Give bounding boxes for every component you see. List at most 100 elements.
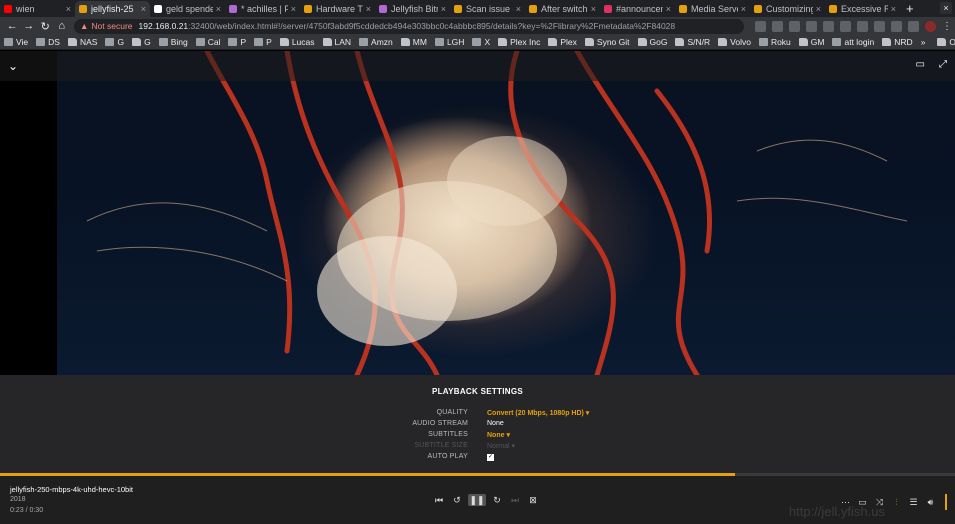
bookmark-item[interactable]: G [105, 37, 124, 47]
bookmark-item[interactable]: NAS [67, 37, 98, 47]
tab-close-icon[interactable]: × [666, 4, 671, 14]
extension-icon[interactable] [789, 20, 800, 32]
extension-icon[interactable] [874, 20, 885, 32]
quality-select[interactable]: Convert (20 Mbps, 1080p HD) ▾ [487, 409, 589, 417]
bookmark-label: NAS [79, 37, 98, 47]
browser-tab[interactable]: jellyfish-25 × [75, 1, 150, 17]
bookmark-item[interactable]: S/N/R [675, 37, 710, 47]
tab-close-icon[interactable]: × [591, 4, 596, 14]
setting-auto-play[interactable]: AUTO PLAY ✓ [0, 453, 955, 464]
browser-tab[interactable]: wien × [0, 1, 75, 17]
bookmark-item[interactable]: P [254, 37, 272, 47]
address-bar[interactable]: ▲ Not secure 192.168.0.21 :32400/web/ind… [74, 18, 744, 34]
previous-icon[interactable]: ⏮ [430, 494, 448, 506]
home-icon[interactable]: ⌂ [54, 20, 71, 32]
bookmark-item[interactable]: Volvo [718, 37, 751, 47]
browser-tab[interactable]: Customizing × [750, 1, 825, 17]
volume-icon[interactable]: 🔊︎ [922, 496, 939, 508]
setting-subtitles[interactable]: SUBTITLES None ▾ [0, 431, 955, 442]
video-frame[interactable] [57, 51, 955, 375]
extension-icon[interactable] [891, 20, 902, 32]
bookmark-item[interactable]: Amzn [359, 37, 393, 47]
browser-tab[interactable]: * achilles | P × [225, 1, 300, 17]
tab-close-icon[interactable]: × [216, 4, 221, 14]
bookmark-item[interactable]: MM [400, 37, 427, 47]
extension-icon[interactable] [908, 20, 919, 32]
bookmark-item[interactable]: Vie [4, 37, 28, 47]
bookmark-item[interactable]: Plex [548, 37, 577, 47]
folder-icon [937, 38, 947, 46]
bookmark-item[interactable]: Roku [758, 37, 791, 47]
media-title[interactable]: jellyfish-250-mbps-4k-uhd-hevc-10bit [10, 485, 133, 494]
browser-tab[interactable]: Hardware Tr × [300, 1, 375, 17]
fullscreen-icon[interactable]: ⤢ [939, 59, 947, 70]
bookmark-item[interactable]: GoG [637, 37, 667, 47]
settings-sliders-icon[interactable]: ⫶ [888, 496, 905, 508]
browser-tab[interactable]: Media Serve × [675, 1, 750, 17]
tab-close-icon[interactable]: × [291, 4, 296, 14]
bookmark-item[interactable]: Plex Inc [498, 37, 540, 47]
playlist-icon[interactable]: ☰ [905, 496, 922, 508]
browser-tab[interactable]: Excessive RA× [825, 1, 900, 17]
new-tab-button[interactable]: + [900, 1, 920, 17]
minimize-player-icon[interactable]: ⌄ [8, 59, 18, 73]
browser-tab[interactable]: Scan issue o × [450, 1, 525, 17]
cast-icon[interactable]: ▭ [916, 59, 925, 70]
secondary-controls: ⋯ ▭ ⤨ ⫶ ☰ 🔊︎ [837, 494, 947, 510]
bookmarks-more-button[interactable]: » [921, 37, 926, 47]
bookmark-item[interactable]: att login [832, 37, 874, 47]
tab-close-icon[interactable]: × [441, 4, 446, 14]
forward-icon[interactable]: → [21, 20, 38, 32]
replay-icon[interactable]: ↺ [448, 494, 466, 506]
auto-play-checkbox[interactable]: ✓ [487, 453, 494, 461]
forward-skip-icon[interactable]: ↻ [488, 494, 506, 506]
folder-icon [279, 38, 289, 46]
browser-tab[interactable]: #announcem× [600, 1, 675, 17]
menu-icon[interactable]: ⋮ [942, 21, 952, 32]
stop-icon[interactable]: ⊠ [524, 494, 542, 506]
volume-slider[interactable] [945, 494, 947, 510]
more-icon[interactable]: ⋯ [837, 496, 854, 508]
tab-close-icon[interactable]: × [141, 4, 146, 14]
browser-tab[interactable]: Jellyfish Bitra× [375, 1, 450, 17]
close-window-button[interactable]: × [940, 2, 952, 14]
bookmark-item[interactable]: LAN [322, 37, 351, 47]
bookmark-item[interactable]: NRD [882, 37, 913, 47]
reload-icon[interactable]: ↻ [37, 20, 54, 33]
bookmark-label: S/N/R [687, 37, 711, 47]
media-time: 0:23 / 0:30 [10, 507, 44, 514]
bookmark-item[interactable]: Cal [195, 37, 220, 47]
bookmark-item[interactable]: DS [36, 37, 60, 47]
extension-icon[interactable] [840, 20, 851, 32]
extension-icon[interactable] [857, 20, 868, 32]
extension-icon[interactable] [806, 20, 817, 32]
bookmark-item[interactable]: P [228, 37, 246, 47]
extension-icon[interactable] [823, 20, 834, 32]
pause-icon[interactable]: ❚❚ [468, 494, 486, 506]
other-bookmarks[interactable]: Other bookmarks [937, 37, 955, 47]
back-icon[interactable]: ← [4, 20, 21, 32]
tab-close-icon[interactable]: × [816, 4, 821, 14]
tab-close-icon[interactable]: × [366, 4, 371, 14]
bookmark-item[interactable]: LGH [434, 37, 464, 47]
tab-close-icon[interactable]: × [516, 4, 521, 14]
profile-avatar[interactable] [925, 20, 936, 32]
bookmark-item[interactable]: Syno Git [584, 37, 630, 47]
tab-close-icon[interactable]: × [891, 4, 896, 14]
bookmark-item[interactable]: Lucas [279, 37, 315, 47]
browser-tab[interactable]: After switch × [525, 1, 600, 17]
star-icon[interactable] [772, 20, 783, 32]
repeat-icon[interactable]: ▭ [854, 496, 871, 508]
bookmark-item[interactable]: X [472, 37, 490, 47]
tab-close-icon[interactable]: × [741, 4, 746, 14]
translate-icon[interactable] [755, 20, 766, 32]
bookmark-item[interactable]: Bing [158, 37, 188, 47]
bookmark-item[interactable]: G [132, 37, 151, 47]
setting-quality[interactable]: QUALITY Convert (20 Mbps, 1080p HD) ▾ [0, 409, 955, 420]
tab-close-icon[interactable]: × [66, 4, 71, 14]
shuffle-icon[interactable]: ⤨ [871, 496, 888, 508]
browser-tab[interactable]: geld spende × [150, 1, 225, 17]
subtitles-select[interactable]: None ▾ [487, 431, 510, 439]
bookmark-item[interactable]: GM [798, 37, 824, 47]
next-icon[interactable]: ⏭ [506, 494, 524, 506]
